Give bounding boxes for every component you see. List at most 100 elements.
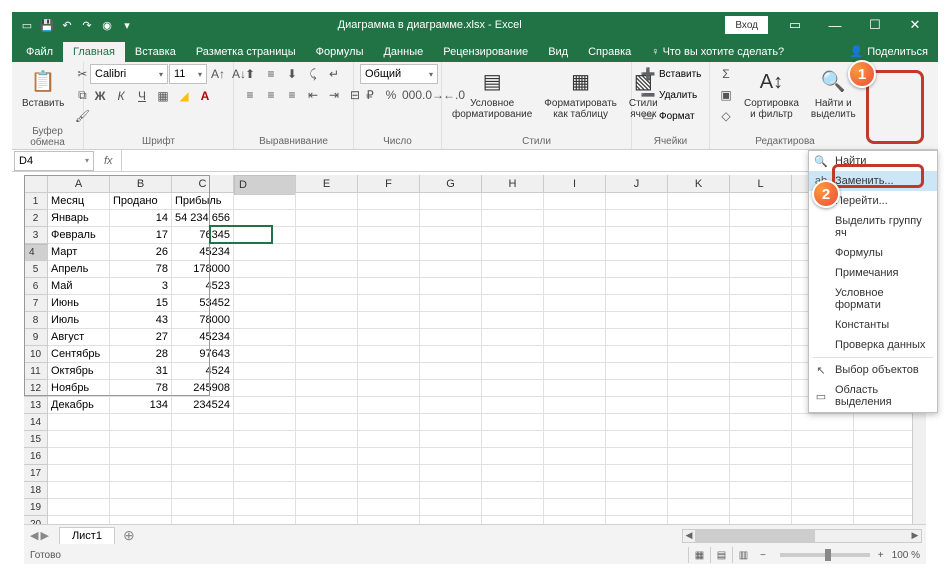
cell-I1[interactable] (544, 193, 606, 210)
cell-D9[interactable] (234, 329, 296, 346)
cell-K5[interactable] (668, 261, 730, 278)
cell-E1[interactable] (296, 193, 358, 210)
row-header-15[interactable]: 15 (24, 431, 48, 448)
cell-G7[interactable] (420, 295, 482, 312)
cell-N18[interactable] (854, 482, 916, 499)
cell-E15[interactable] (296, 431, 358, 448)
cell-A14[interactable] (48, 414, 110, 431)
cell-B9[interactable]: 27 (110, 329, 172, 346)
menu-constants[interactable]: Константы (809, 315, 937, 335)
cell-L19[interactable] (730, 499, 792, 516)
cell-J9[interactable] (606, 329, 668, 346)
col-header-H[interactable]: H (482, 175, 544, 193)
cell-G10[interactable] (420, 346, 482, 363)
cell-L5[interactable] (730, 261, 792, 278)
cell-L9[interactable] (730, 329, 792, 346)
col-header-D[interactable]: D (234, 175, 296, 195)
tab-home[interactable]: Главная (63, 42, 125, 62)
cell-J3[interactable] (606, 227, 668, 244)
row-header-5[interactable]: 5 (24, 261, 48, 278)
cell-J4[interactable] (606, 244, 668, 261)
camera-icon[interactable]: ◉ (100, 18, 114, 32)
cell-K19[interactable] (668, 499, 730, 516)
cell-C6[interactable]: 4523 (172, 278, 234, 295)
cell-E4[interactable] (296, 244, 358, 261)
cell-C18[interactable] (172, 482, 234, 499)
col-header-K[interactable]: K (668, 175, 730, 193)
redo-icon[interactable]: ↷ (80, 18, 94, 32)
cell-M15[interactable] (792, 431, 854, 448)
cell-J18[interactable] (606, 482, 668, 499)
cell-L10[interactable] (730, 346, 792, 363)
row-header-2[interactable]: 2 (24, 210, 48, 227)
font-name-select[interactable]: Calibri▾ (90, 64, 168, 84)
tell-me[interactable]: ♀ Что вы хотите сделать? (641, 42, 794, 62)
cell-G17[interactable] (420, 465, 482, 482)
cell-E18[interactable] (296, 482, 358, 499)
cell-J8[interactable] (606, 312, 668, 329)
cell-F15[interactable] (358, 431, 420, 448)
col-header-E[interactable]: E (296, 175, 358, 193)
align-bottom-icon[interactable]: ⬇ (282, 64, 302, 84)
view-page-break-icon[interactable]: ▥ (732, 547, 754, 563)
cell-B12[interactable]: 78 (110, 380, 172, 397)
zoom-out-button[interactable]: − (760, 550, 766, 561)
cell-N19[interactable] (854, 499, 916, 516)
cell-C14[interactable] (172, 414, 234, 431)
increase-font-icon[interactable]: A↑ (208, 64, 228, 84)
cell-G2[interactable] (420, 210, 482, 227)
cell-C17[interactable] (172, 465, 234, 482)
sort-filter-button[interactable]: A↕Сортировка и фильтр (740, 64, 803, 120)
cell-F12[interactable] (358, 380, 420, 397)
menu-condfmt[interactable]: Условное формати (809, 283, 937, 315)
grid[interactable]: ABCDEFGHIJKLMNO 123456789101112131415161… (24, 175, 926, 528)
cell-E13[interactable] (296, 397, 358, 414)
cell-A18[interactable] (48, 482, 110, 499)
cell-I12[interactable] (544, 380, 606, 397)
italic-icon[interactable]: К (111, 86, 131, 106)
cell-F17[interactable] (358, 465, 420, 482)
cell-K18[interactable] (668, 482, 730, 499)
cell-J5[interactable] (606, 261, 668, 278)
cell-M14[interactable] (792, 414, 854, 431)
tab-file[interactable]: Файл (16, 42, 63, 62)
cell-N15[interactable] (854, 431, 916, 448)
cell-E19[interactable] (296, 499, 358, 516)
cell-M16[interactable] (792, 448, 854, 465)
cell-G14[interactable] (420, 414, 482, 431)
cell-H11[interactable] (482, 363, 544, 380)
col-header-L[interactable]: L (730, 175, 792, 193)
cell-F8[interactable] (358, 312, 420, 329)
cell-F6[interactable] (358, 278, 420, 295)
cell-B10[interactable]: 28 (110, 346, 172, 363)
cell-F9[interactable] (358, 329, 420, 346)
cell-A5[interactable]: Апрель (48, 261, 110, 278)
cell-I11[interactable] (544, 363, 606, 380)
cell-E17[interactable] (296, 465, 358, 482)
cell-D5[interactable] (234, 261, 296, 278)
cell-C2[interactable]: 54 234 656 (172, 210, 234, 227)
cell-I18[interactable] (544, 482, 606, 499)
cell-H12[interactable] (482, 380, 544, 397)
col-header-J[interactable]: J (606, 175, 668, 193)
tab-help[interactable]: Справка (578, 42, 641, 62)
cell-E11[interactable] (296, 363, 358, 380)
cell-D13[interactable] (234, 397, 296, 414)
insert-cells-button[interactable]: ➕Вставить (638, 64, 701, 84)
cell-J13[interactable] (606, 397, 668, 414)
cell-J16[interactable] (606, 448, 668, 465)
font-color-icon[interactable]: A (195, 86, 215, 106)
cell-C9[interactable]: 45234 (172, 329, 234, 346)
delete-cells-button[interactable]: ➖Удалить (638, 85, 701, 105)
col-header-C[interactable]: C (172, 175, 234, 193)
hscroll-thumb[interactable] (695, 530, 815, 542)
cell-L3[interactable] (730, 227, 792, 244)
cell-K9[interactable] (668, 329, 730, 346)
cell-H10[interactable] (482, 346, 544, 363)
cell-L11[interactable] (730, 363, 792, 380)
cell-E10[interactable] (296, 346, 358, 363)
cell-J12[interactable] (606, 380, 668, 397)
cell-D15[interactable] (234, 431, 296, 448)
cell-H15[interactable] (482, 431, 544, 448)
cell-I19[interactable] (544, 499, 606, 516)
